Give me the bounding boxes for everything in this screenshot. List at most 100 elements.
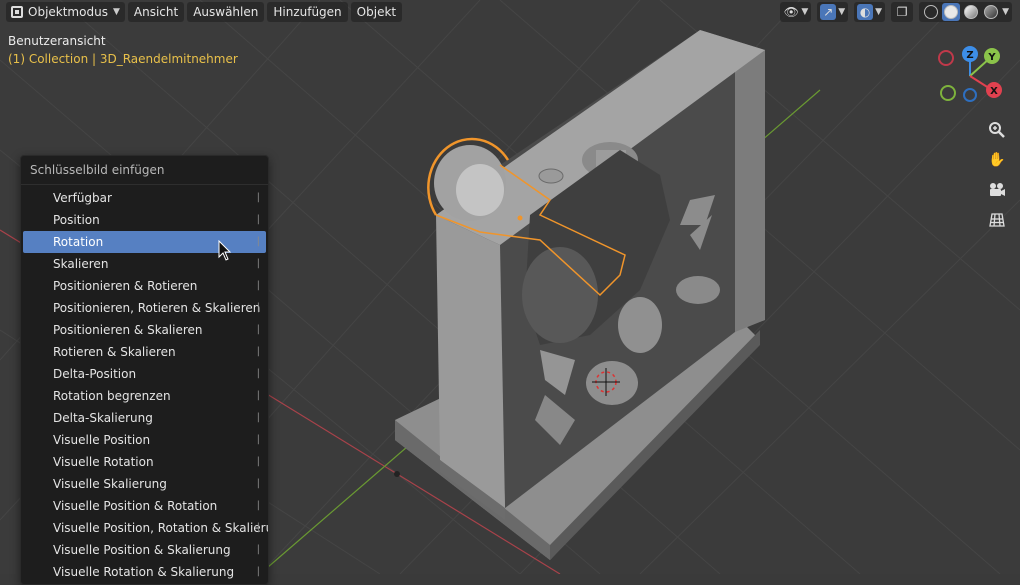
menu-item[interactable]: Visuelle Position, Rotation & Skalierung… [23,517,269,539]
menu-item-label: Rotation begrenzen [53,389,171,403]
menu-item[interactable]: Positionieren & Rotieren | [23,275,266,297]
menu-item-label: Visuelle Position & Skalierung [53,543,231,557]
menu-item-label: Delta-Position [53,367,137,381]
chevron-down-icon[interactable]: ▼ [1002,7,1009,17]
light-object-dot [394,471,400,477]
overlays-icon: ◐ [857,4,874,20]
viewport-navigation-buttons: ✋ [985,118,1009,232]
menu-item-label: Visuelle Position [53,433,151,447]
gizmo-toggle[interactable]: ↗ ▼ [817,2,849,22]
xray-icon: ❐ [896,5,908,19]
material-icon [964,5,979,19]
visibility-dropdown[interactable]: 👁 ▼ [780,2,812,22]
menu-item-label: Visuelle Skalierung [53,477,167,491]
menu-item[interactable]: Positionieren & Skalieren | [23,319,266,341]
menu-item-label: Position [53,213,100,227]
shortcut-marker-icon: | [256,544,260,555]
menu-item[interactable]: Visuelle Position & Skalierung | [23,539,266,561]
object-mode-icon [11,6,23,18]
header-right-tools: 👁 ▼ ↗ ▼ ◐ ▼ ❐ ▼ [780,2,1012,22]
menu-item[interactable]: Visuelle Rotation & Skalierung | [23,561,266,583]
shortcut-marker-icon: | [256,566,260,577]
shortcut-marker-icon: | [256,368,260,379]
y-axis-label: Y [987,52,996,63]
pan-hand-icon[interactable]: ✋ [985,148,1009,172]
menu-item[interactable]: Visuelle Rotation | [23,451,266,473]
menu-item[interactable]: Rotation begrenzen | [23,385,266,407]
menu-item-label: Rotieren & Skalieren [53,345,176,359]
z-axis-label: Z [966,50,973,61]
menu-item[interactable]: Verfügbar | [23,187,266,209]
shortcut-marker-icon: | [256,522,260,533]
gizmo-arrow-icon: ↗ [820,4,837,20]
eye-icon: 👁 [783,5,799,19]
neg-x-axis-handle[interactable] [938,50,954,66]
menu-item-label: Visuelle Position & Rotation [53,499,218,513]
overlays-toggle[interactable]: ◐ ▼ [854,2,886,22]
menu-item-label: Visuelle Rotation & Skalierung [53,565,235,579]
menu-item[interactable]: Visuelle Position & Rotation | [23,495,266,517]
chevron-down-icon: ▼ [838,7,846,17]
xray-toggle[interactable]: ❐ [891,2,914,22]
rendered-icon [984,5,999,19]
shortcut-marker-icon: | [256,500,260,511]
menu-item[interactable]: Visuelle Position | [23,429,266,451]
navigation-gizmo[interactable]: Z Y X [930,40,1010,110]
shortcut-marker-icon: | [256,412,260,423]
zoom-icon[interactable] [985,118,1009,142]
grid-view-icon[interactable] [985,208,1009,232]
shortcut-marker-icon: | [256,214,260,225]
menu-item-label: Verfügbar [53,191,112,205]
neg-y-axis-handle[interactable] [940,85,956,101]
menu-item[interactable]: Positionieren, Rotieren & Skalieren | [23,297,266,319]
shortcut-marker-icon: | [256,456,260,467]
menu-item[interactable]: Delta-Position | [23,363,266,385]
menu-item-label: Positionieren, Rotieren & Skalieren [53,301,261,315]
chevron-down-icon: ▼ [801,7,809,17]
wireframe-shading-button[interactable] [922,3,940,21]
mode-selector[interactable]: Objektmodus ▼ [6,2,125,22]
neg-z-axis-handle[interactable] [963,88,977,102]
menu-item-label: Positionieren & Skalieren [53,323,203,337]
shortcut-marker-icon: | [256,280,260,291]
menu-view[interactable]: Ansicht [127,2,185,22]
menu-item-label: Rotation [53,235,104,249]
solid-icon [944,5,959,19]
menu-item[interactable]: Position | [23,209,266,231]
menu-add[interactable]: Hinzufügen [267,2,348,22]
object-origin-dot [517,215,523,221]
shading-modes: ▼ [919,2,1012,22]
wireframe-icon [924,5,939,19]
menu-item-label: Skalieren [53,257,109,271]
shortcut-marker-icon: | [256,236,260,247]
shortcut-marker-icon: | [256,258,260,269]
shortcut-marker-icon: | [256,434,260,445]
chevron-down-icon: ▼ [875,7,883,17]
solid-shading-button[interactable] [942,3,961,21]
menu-item-label: Positionieren & Rotieren [53,279,198,293]
shortcut-marker-icon: | [256,478,260,489]
active-collection-info: (1) Collection | 3D_Raendelmitnehmer [8,52,238,66]
menu-item[interactable]: Rotieren & Skalieren | [23,341,266,363]
mouse-cursor-icon [218,240,232,261]
menu-item[interactable]: Visuelle Skalierung | [23,473,266,495]
menu-object[interactable]: Objekt [350,2,403,22]
shortcut-marker-icon: | [256,192,260,203]
x-axis-label: X [990,86,998,97]
chevron-down-icon: ▼ [112,7,120,17]
camera-icon[interactable] [985,178,1009,202]
shortcut-marker-icon: | [256,302,260,313]
menu-item[interactable]: Delta-Skalierung | [23,407,266,429]
shortcut-marker-icon: | [256,324,260,335]
shortcut-marker-icon: | [256,390,260,401]
rendered-shading-button[interactable] [982,3,1000,21]
menu-item-label: Visuelle Position, Rotation & Skalierung [53,521,269,535]
insert-keyframe-menu: Schlüsselbild einfügen Verfügbar | Positio… [20,155,269,585]
material-shading-button[interactable] [962,3,980,21]
view-name: Benutzeransicht [8,34,106,48]
menu-select[interactable]: Auswählen [187,2,265,22]
shortcut-marker-icon: | [256,346,260,357]
menu-item-label: Visuelle Rotation [53,455,154,469]
menu-item-label: Delta-Skalierung [53,411,153,425]
mode-label: Objektmodus [28,5,108,19]
